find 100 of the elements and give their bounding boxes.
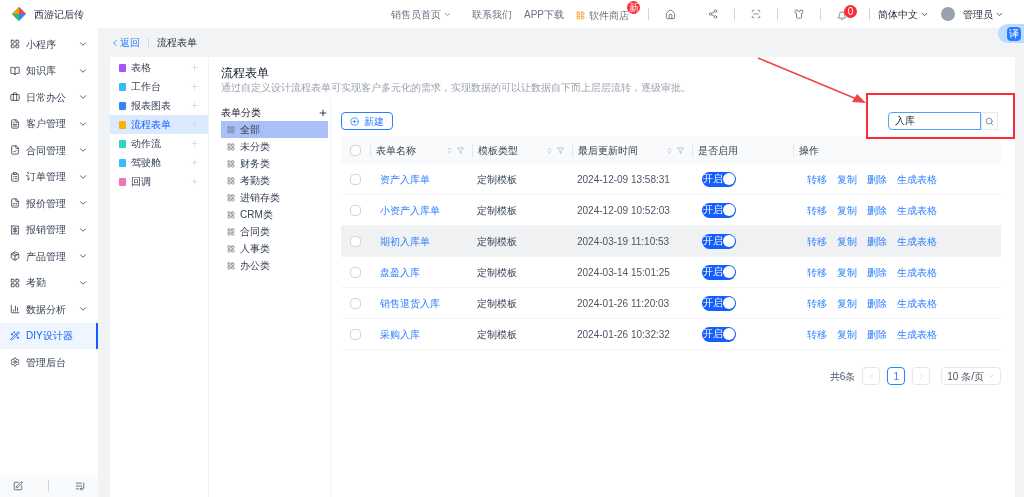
- checkbox[interactable]: [350, 235, 361, 247]
- category-item[interactable]: CRM类: [221, 206, 328, 223]
- action-link[interactable]: 复制: [837, 233, 857, 249]
- form-name-link[interactable]: 盘盈入库: [380, 266, 420, 278]
- add-icon[interactable]: [190, 120, 199, 129]
- action-link[interactable]: 转移: [807, 171, 827, 187]
- module-nav-item[interactable]: 驾驶舱: [110, 153, 208, 172]
- sidebar-item[interactable]: DIY设计器: [0, 322, 98, 349]
- checkbox[interactable]: [350, 144, 361, 156]
- sidebar-item[interactable]: 日常办公: [0, 84, 98, 111]
- module-nav-item[interactable]: 动作流: [110, 134, 208, 153]
- sidebar-item[interactable]: 小程序: [0, 31, 98, 58]
- sidebar-item[interactable]: 报销管理: [0, 216, 98, 243]
- module-nav-item[interactable]: 工作台: [110, 77, 208, 96]
- sort-filter-icon[interactable]: [446, 146, 464, 154]
- share-icon[interactable]: [708, 9, 718, 19]
- form-name-link[interactable]: 销售退货入库: [380, 297, 440, 309]
- add-icon[interactable]: [190, 177, 199, 186]
- nav-dropdown[interactable]: 销售员首页: [391, 6, 452, 22]
- action-link[interactable]: 删除: [867, 202, 887, 218]
- sidebar-item[interactable]: 订单管理: [0, 163, 98, 190]
- checkbox[interactable]: [350, 173, 361, 185]
- action-link[interactable]: 转移: [807, 202, 827, 218]
- add-icon[interactable]: [190, 82, 199, 91]
- sidebar-item[interactable]: 知识库: [0, 57, 98, 84]
- action-link[interactable]: 复制: [837, 326, 857, 342]
- sidebar-item[interactable]: 报价管理: [0, 190, 98, 217]
- action-link[interactable]: 复制: [837, 295, 857, 311]
- action-link[interactable]: 删除: [867, 233, 887, 249]
- category-item[interactable]: 考勤类: [221, 172, 328, 189]
- action-link[interactable]: 生成表格: [897, 171, 937, 187]
- page-size-dropdown[interactable]: 10 条/页: [941, 367, 1001, 385]
- home-icon[interactable]: [665, 8, 676, 20]
- category-item[interactable]: 人事类: [221, 240, 328, 257]
- search-button[interactable]: [981, 112, 998, 130]
- category-item[interactable]: 合同类: [221, 223, 328, 240]
- add-icon[interactable]: [190, 63, 199, 72]
- action-link[interactable]: 生成表格: [897, 326, 937, 342]
- toggle-switch[interactable]: 开启: [702, 326, 736, 342]
- shirt-icon[interactable]: [794, 9, 804, 19]
- add-icon[interactable]: [190, 139, 199, 148]
- edit-icon[interactable]: [12, 481, 23, 491]
- checkbox[interactable]: [350, 266, 361, 278]
- module-nav-item[interactable]: 回调: [110, 172, 208, 191]
- form-name-link[interactable]: 采购入库: [380, 328, 420, 340]
- module-nav-item[interactable]: 表格: [110, 58, 208, 77]
- form-name-link[interactable]: 资产入库单: [380, 173, 430, 185]
- action-link[interactable]: 转移: [807, 295, 827, 311]
- action-link[interactable]: 删除: [867, 264, 887, 280]
- action-link[interactable]: 生成表格: [897, 202, 937, 218]
- nav-link[interactable]: 联系我们: [472, 6, 512, 22]
- sidebar-item[interactable]: 数据分析: [0, 296, 98, 323]
- page-button[interactable]: 1: [887, 367, 906, 385]
- action-link[interactable]: 生成表格: [897, 295, 937, 311]
- avatar[interactable]: [941, 7, 955, 21]
- translate-button[interactable]: 译: [998, 24, 1024, 43]
- action-link[interactable]: 删除: [867, 171, 887, 187]
- sort-filter-icon[interactable]: [666, 146, 684, 154]
- module-nav-item[interactable]: 流程表单: [110, 115, 208, 134]
- action-link[interactable]: 删除: [867, 295, 887, 311]
- sort-filter-icon[interactable]: [546, 146, 564, 154]
- category-item[interactable]: 财务类: [221, 155, 328, 172]
- checkbox[interactable]: [350, 328, 361, 340]
- form-name-link[interactable]: 期初入库单: [380, 235, 430, 247]
- collapse-icon[interactable]: [75, 481, 86, 491]
- toggle-switch[interactable]: 开启: [702, 233, 736, 249]
- category-item[interactable]: 进销存类: [221, 189, 328, 206]
- toggle-switch[interactable]: 开启: [702, 171, 736, 187]
- back-link[interactable]: 返回: [110, 35, 140, 50]
- category-item[interactable]: 办公类: [221, 257, 328, 274]
- category-item[interactable]: 全部: [221, 121, 328, 138]
- action-link[interactable]: 复制: [837, 202, 857, 218]
- sidebar-item[interactable]: 客户管理: [0, 110, 98, 137]
- action-link[interactable]: 转移: [807, 233, 827, 249]
- sidebar-item[interactable]: 管理后台: [0, 349, 98, 376]
- nav-link[interactable]: APP下载: [524, 6, 564, 22]
- bell-icon[interactable]: [837, 10, 847, 21]
- user-dropdown[interactable]: 管理员: [963, 6, 1004, 22]
- form-name-link[interactable]: 小资产入库单: [380, 204, 440, 216]
- sidebar-item[interactable]: 合同管理: [0, 137, 98, 164]
- action-link[interactable]: 删除: [867, 326, 887, 342]
- prev-page-button[interactable]: [862, 367, 881, 385]
- action-link[interactable]: 生成表格: [897, 264, 937, 280]
- sidebar-item[interactable]: 产品管理: [0, 243, 98, 270]
- scan-icon[interactable]: [751, 9, 761, 19]
- action-link[interactable]: 复制: [837, 264, 857, 280]
- add-category-icon[interactable]: [318, 107, 328, 118]
- toggle-switch[interactable]: 开启: [702, 295, 736, 311]
- sidebar-item[interactable]: 考勤: [0, 269, 98, 296]
- action-link[interactable]: 转移: [807, 326, 827, 342]
- checkbox[interactable]: [350, 204, 361, 216]
- action-link[interactable]: 复制: [837, 171, 857, 187]
- search-field[interactable]: 入库: [888, 112, 981, 130]
- category-item[interactable]: 未分类: [221, 138, 328, 155]
- checkbox[interactable]: [350, 297, 361, 309]
- new-button[interactable]: 新建: [341, 112, 393, 130]
- toggle-switch[interactable]: 开启: [702, 264, 736, 280]
- next-page-button[interactable]: [912, 367, 931, 385]
- toggle-switch[interactable]: 开启: [702, 202, 736, 218]
- store-link[interactable]: 软件商店: [576, 8, 629, 23]
